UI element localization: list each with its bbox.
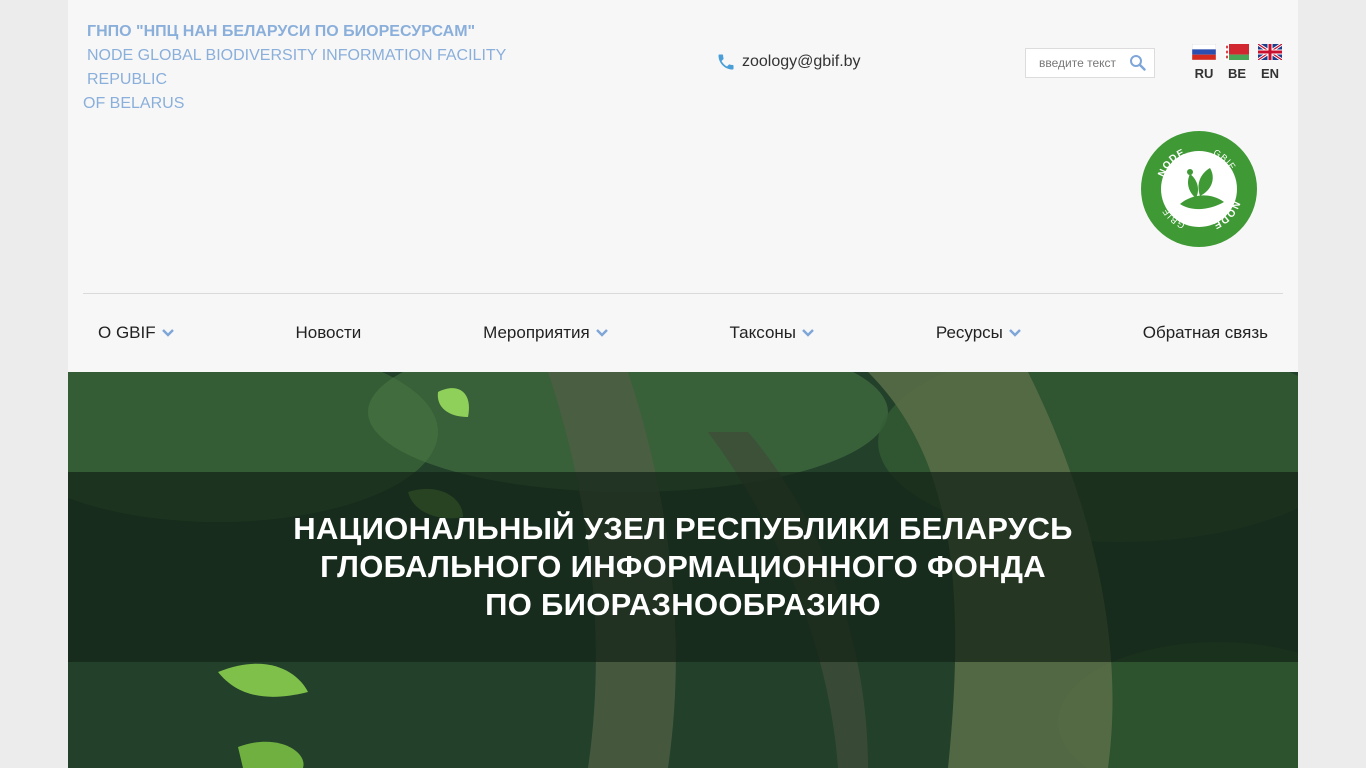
nav-item-events[interactable]: Мероприятия (483, 323, 608, 343)
hero-title-line2: ГЛОБАЛЬНОГО ИНФОРМАЦИОННОГО ФОНДА (320, 549, 1046, 584)
hero-title-band: НАЦИОНАЛЬНЫЙ УЗЕЛ РЕСПУБЛИКИ БЕЛАРУСЬ ГЛ… (68, 472, 1298, 662)
russia-flag-icon (1192, 44, 1216, 60)
hero-banner: НАЦИОНАЛЬНЫЙ УЗЕЛ РЕСПУБЛИКИ БЕЛАРУСЬ ГЛ… (68, 372, 1298, 768)
gbif-node-logo[interactable]: NODE GBIF NODE GBIF (1140, 130, 1258, 248)
nav-item-label: Ресурсы (935, 323, 1003, 342)
search-box[interactable] (1025, 48, 1155, 78)
page: ГНПО "НПЦ НАН БЕЛАРУСИ ПО БИОРЕСУРСАМ" N… (68, 0, 1298, 768)
nav-item-resources[interactable]: Ресурсы (936, 323, 1021, 343)
chevron-down-icon (802, 329, 814, 337)
lang-label-en: EN (1260, 66, 1280, 81)
phone-icon (718, 54, 734, 70)
language-switcher: RU BE EN (1192, 44, 1282, 83)
org-name-en-line1: NODE GLOBAL BIODIVERSITY INFORMATION FAC… (87, 47, 507, 88)
organization-name: ГНПО "НПЦ НАН БЕЛАРУСИ ПО БИОРЕСУРСАМ" N… (83, 20, 583, 116)
uk-flag-icon (1258, 44, 1282, 60)
chevron-down-icon (1009, 329, 1021, 337)
nav-item-label: Таксоны (729, 323, 797, 342)
nav-item-about[interactable]: О GBIF (98, 323, 174, 343)
nav-item-feedback[interactable]: Обратная связь (1143, 323, 1268, 343)
nav-item-taxa[interactable]: Таксоны (730, 323, 814, 343)
chevron-down-icon (161, 329, 174, 337)
hero-title-line3: ПО БИОРАЗНООБРАЗИЮ (485, 587, 881, 622)
lang-label-be: BE (1227, 66, 1247, 81)
org-name-ru: ГНПО "НПЦ НАН БЕЛАРУСИ ПО БИОРЕСУРСАМ" (87, 23, 476, 40)
header-divider (83, 293, 1283, 294)
main-nav: О GBIF Новости Мероприятия Таксоны Ресур… (83, 310, 1283, 356)
lang-label-ru: RU (1194, 66, 1214, 81)
belarus-flag-icon (1225, 44, 1249, 60)
nav-item-label: О GBIF (98, 323, 156, 342)
nav-item-label: Обратная связь (1142, 323, 1268, 342)
email-link[interactable]: zoology@gbif.by (742, 53, 861, 71)
org-name-en-line2: OF BELARUS (83, 95, 185, 112)
lang-be[interactable]: BE (1225, 44, 1249, 83)
lang-ru[interactable]: RU (1192, 44, 1216, 83)
nav-item-label: Мероприятия (483, 323, 590, 342)
nav-item-label: Новости (295, 323, 362, 342)
hero-title-line1: НАЦИОНАЛЬНЫЙ УЗЕЛ РЕСПУБЛИКИ БЕЛАРУСЬ (293, 511, 1073, 546)
search-icon[interactable] (1128, 53, 1148, 73)
search-input[interactable] (1026, 49, 1126, 77)
contact-email[interactable]: zoology@gbif.by (716, 50, 861, 74)
chevron-down-icon (595, 329, 608, 337)
hero-title: НАЦИОНАЛЬНЫЙ УЗЕЛ РЕСПУБЛИКИ БЕЛАРУСЬ ГЛ… (293, 510, 1072, 624)
lang-en[interactable]: EN (1258, 44, 1282, 83)
nav-item-news[interactable]: Новости (295, 323, 361, 343)
